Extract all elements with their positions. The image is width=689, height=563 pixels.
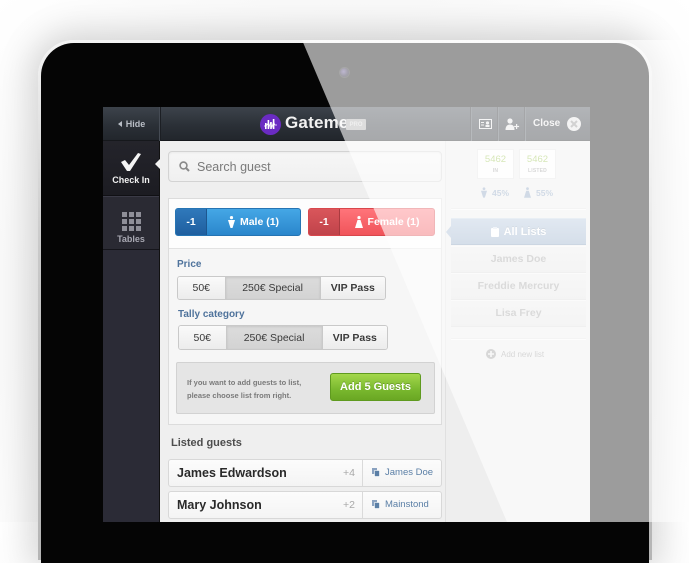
price-option[interactable]: 50€ xyxy=(178,277,226,299)
female-percentage-value: 55% xyxy=(536,187,554,198)
add-new-list-button[interactable]: Add new list xyxy=(486,349,544,359)
tally-segmented-control: 50€ 250€ Special VIP Pass xyxy=(178,325,388,350)
guest-row[interactable]: Mary Johnson +2 Mainstond xyxy=(168,491,442,519)
checkmark-icon xyxy=(121,153,141,171)
male-icon xyxy=(227,216,235,228)
close-icon[interactable] xyxy=(567,117,581,131)
price-option[interactable]: VIP Pass xyxy=(320,277,385,299)
copy-list-icon xyxy=(372,468,380,477)
male-decrement-button[interactable]: -1 xyxy=(176,209,207,235)
hint-line: If you want to add guests to list, xyxy=(187,378,302,387)
all-lists-item[interactable]: All Lists xyxy=(451,218,586,245)
checked-in-stat: 5462 IN xyxy=(477,149,514,179)
sidebar-item-label: Check In xyxy=(112,175,150,185)
close-button[interactable]: Close xyxy=(533,118,560,129)
female-counter: -1 Female (1) xyxy=(308,208,435,236)
guest-row[interactable]: James Edwardson +4 James Doe xyxy=(168,459,442,487)
row-divider xyxy=(362,460,363,486)
stat-value: 5462 xyxy=(484,154,507,165)
tally-option[interactable]: 250€ Special xyxy=(226,326,323,349)
guest-count: +4 xyxy=(343,467,355,479)
grid-icon xyxy=(121,212,141,231)
stats-divider xyxy=(451,208,586,209)
male-counter: -1 Male (1) xyxy=(175,208,301,236)
tally-option[interactable]: VIP Pass xyxy=(322,326,387,349)
female-label: Female (1) xyxy=(367,216,420,228)
brand-name: Gateme xyxy=(285,113,349,132)
guest-list-link[interactable]: Mainstond xyxy=(372,499,429,510)
male-icon xyxy=(481,187,487,198)
tally-option[interactable]: 50€ xyxy=(179,326,227,349)
guest-list-name: Mainstond xyxy=(385,499,429,510)
contact-card-icon xyxy=(478,119,492,129)
header-divider xyxy=(524,107,525,141)
stat-value: 5462 xyxy=(526,154,549,165)
row-divider xyxy=(362,492,363,518)
price-segmented-control: 50€ 250€ Special VIP Pass xyxy=(177,276,386,300)
header-divider xyxy=(470,107,471,141)
all-lists-label: All Lists xyxy=(503,225,547,238)
plus-circle-icon xyxy=(486,349,496,359)
stat-label: IN xyxy=(492,168,499,174)
hint-line: please choose list from right. xyxy=(187,391,292,400)
female-icon xyxy=(524,187,531,198)
list-item[interactable]: Lisa Frey xyxy=(451,300,586,327)
price-option[interactable]: 250€ Special xyxy=(225,277,321,299)
search-input[interactable] xyxy=(197,159,417,174)
sidebar-item-label: Tables xyxy=(117,234,145,244)
female-percentage: 55% xyxy=(524,187,553,198)
lists-panel xyxy=(445,141,590,522)
gateme-logo-icon xyxy=(260,114,281,135)
header-divider xyxy=(497,107,498,141)
sidebar-item-tables[interactable]: Tables xyxy=(103,196,159,250)
add-guests-button[interactable]: Add 5 Guests xyxy=(330,373,421,401)
female-decrement-button[interactable]: -1 xyxy=(309,209,340,235)
guest-name: James Edwardson xyxy=(177,466,287,480)
stat-label: LISTED xyxy=(528,168,547,174)
hide-button[interactable]: Hide xyxy=(103,107,161,141)
add-user-button[interactable] xyxy=(503,115,521,133)
sidebar-item-check-in[interactable]: Check In xyxy=(103,141,159,196)
tally-category-label: Tally category xyxy=(178,309,245,320)
lists-divider xyxy=(451,338,586,339)
add-guests-hint: If you want to add guests to list, pleas… xyxy=(187,376,301,402)
listed-guests-heading: Listed guests xyxy=(171,437,242,449)
price-label: Price xyxy=(177,259,202,270)
search-icon xyxy=(179,161,190,172)
male-increment-button[interactable]: Male (1) xyxy=(207,209,300,235)
guest-name: Mary Johnson xyxy=(177,498,262,512)
female-increment-button[interactable]: Female (1) xyxy=(340,209,434,235)
list-item[interactable]: James Doe xyxy=(451,246,586,273)
camera-lens xyxy=(340,68,349,77)
male-percentage-value: 45% xyxy=(492,187,510,198)
search-field[interactable] xyxy=(168,151,442,182)
chevron-left-icon xyxy=(117,121,122,127)
pro-badge: PRO xyxy=(346,119,366,130)
add-user-icon xyxy=(505,118,519,130)
list-item[interactable]: Freddie Mercury xyxy=(451,273,586,300)
guest-list-link[interactable]: James Doe xyxy=(372,467,433,478)
guest-list-name: James Doe xyxy=(385,467,434,478)
clipboard-icon xyxy=(490,226,499,237)
female-icon xyxy=(354,216,363,228)
contact-card-button[interactable] xyxy=(476,115,494,133)
copy-list-icon xyxy=(372,500,380,509)
listed-stat: 5462 LISTED xyxy=(519,149,556,179)
add-new-list-label: Add new list xyxy=(501,349,545,359)
guest-count: +2 xyxy=(343,499,355,511)
male-label: Male (1) xyxy=(239,216,280,228)
male-percentage: 45% xyxy=(481,187,509,198)
hide-label: Hide xyxy=(125,119,146,129)
